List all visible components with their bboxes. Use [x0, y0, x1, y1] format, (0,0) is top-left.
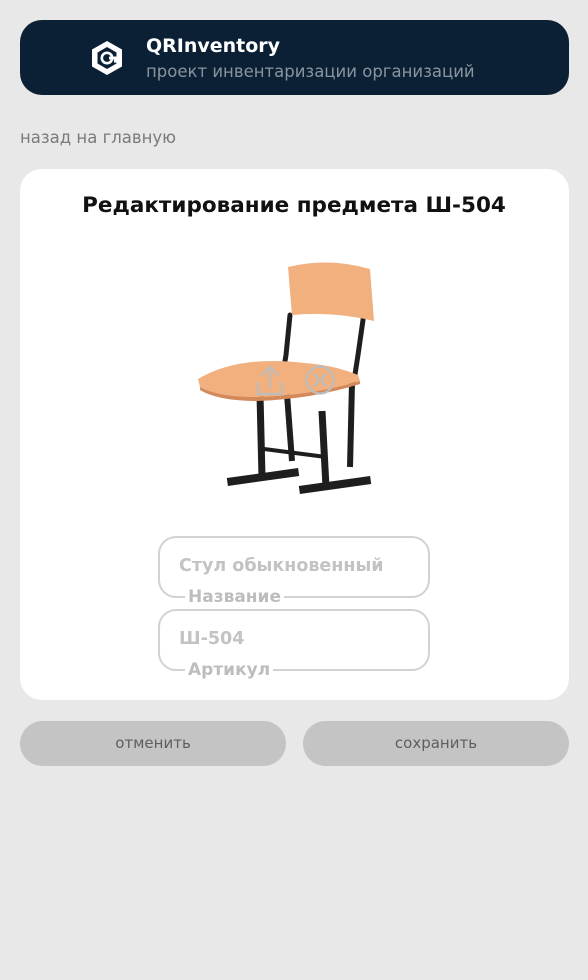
qrinventory-logo-icon	[92, 41, 122, 75]
item-name-label: Название	[185, 586, 284, 608]
page-title: Редактирование предмета Ш-504	[82, 193, 506, 218]
item-article-value[interactable]: Ш-504	[179, 628, 244, 650]
app-subtitle: проект инвентаризации организаций	[146, 62, 475, 81]
chair-photo	[198, 262, 374, 494]
save-button[interactable]: сохранить	[303, 721, 569, 766]
item-article-label: Артикул	[185, 659, 274, 681]
item-article-field[interactable]: Ш-504 Артикул	[158, 609, 430, 681]
close-circle-icon[interactable]	[304, 364, 336, 396]
back-to-home-link[interactable]: назад на главную	[20, 127, 176, 149]
item-name-field[interactable]: Стул обыкновенный Название	[158, 536, 430, 608]
cancel-button[interactable]: отменить	[20, 721, 286, 766]
item-name-value[interactable]: Стул обыкновенный	[179, 555, 384, 577]
upload-icon[interactable]	[255, 364, 285, 396]
app-title: QRInventory	[146, 35, 281, 57]
